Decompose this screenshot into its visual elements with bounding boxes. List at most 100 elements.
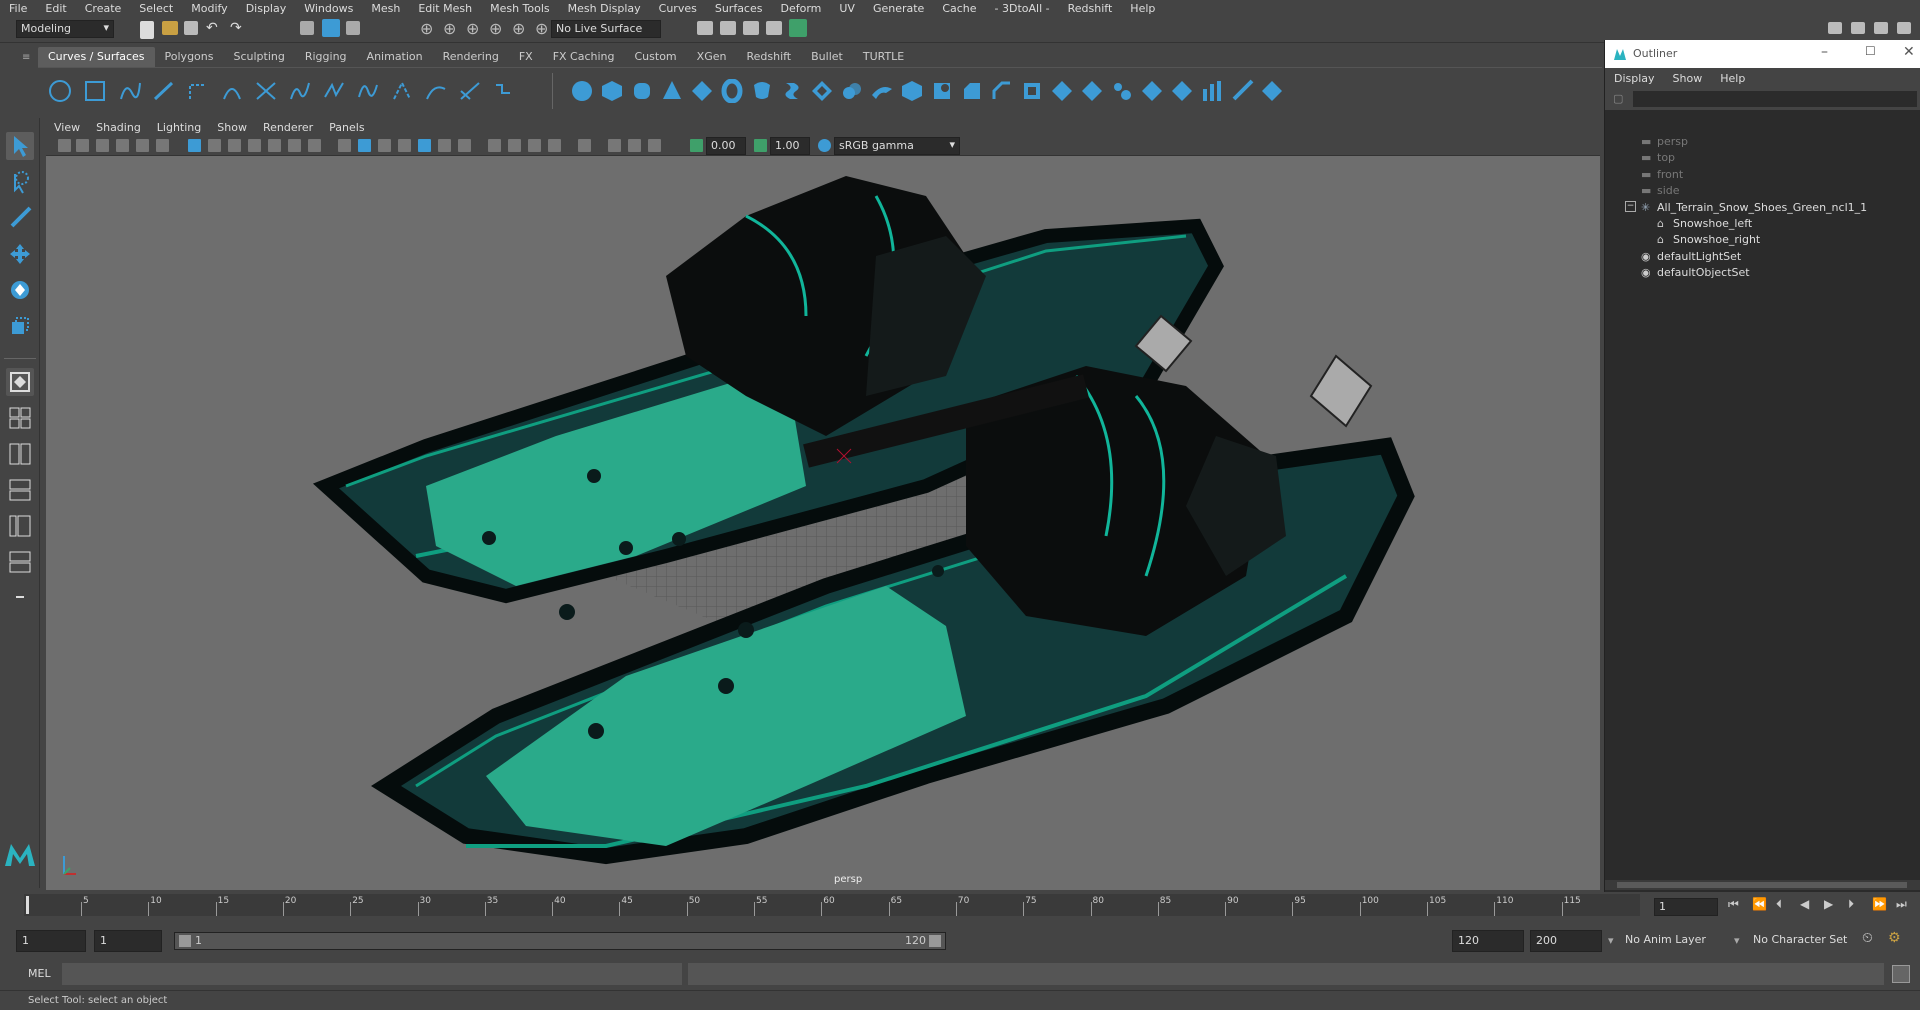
outliner-menu-display[interactable]: Display xyxy=(1605,72,1664,85)
panel-menu-panels[interactable]: Panels xyxy=(321,121,372,134)
save-scene-icon[interactable] xyxy=(184,21,198,35)
menu-surfaces[interactable]: Surfaces xyxy=(706,2,772,15)
menu-file[interactable]: File xyxy=(0,2,36,15)
tool-settings-icon[interactable] xyxy=(1874,22,1888,34)
select-object-icon[interactable] xyxy=(322,19,340,37)
detach-surfaces-icon[interactable] xyxy=(1170,79,1194,103)
camera-attributes-icon[interactable] xyxy=(76,139,89,152)
bookmark-icon[interactable] xyxy=(96,139,109,152)
wireframe-on-shaded-icon[interactable] xyxy=(398,139,411,152)
grid-toggle-icon[interactable] xyxy=(188,139,201,152)
command-language-label[interactable]: MEL xyxy=(28,967,51,980)
panel-menu-view[interactable]: View xyxy=(46,121,88,134)
nurbs-circle-icon[interactable] xyxy=(48,79,72,103)
menu-display[interactable]: Display xyxy=(237,2,296,15)
xray-icon[interactable] xyxy=(608,139,621,152)
menu-curves[interactable]: Curves xyxy=(650,2,706,15)
grease-pencil-icon[interactable] xyxy=(156,139,169,152)
boundary-icon[interactable] xyxy=(900,79,924,103)
single-pane-layout-icon[interactable] xyxy=(6,368,34,396)
chevron-down-icon[interactable]: ▾ xyxy=(1608,934,1614,947)
collapse-icon[interactable]: − xyxy=(1625,200,1636,212)
motion-blur-icon[interactable] xyxy=(508,139,521,152)
menu-select[interactable]: Select xyxy=(130,2,182,15)
multisample-aa-icon[interactable] xyxy=(528,139,541,152)
channel-box-icon[interactable] xyxy=(1897,22,1911,34)
undo-icon[interactable]: ↶ xyxy=(206,20,218,36)
new-scene-icon[interactable] xyxy=(140,21,154,39)
xray-joints-icon[interactable] xyxy=(628,139,641,152)
use-all-lights-icon[interactable] xyxy=(438,139,451,152)
menu-edit-mesh[interactable]: Edit Mesh xyxy=(409,2,481,15)
outliner-menu-help[interactable]: Help xyxy=(1711,72,1754,85)
untrim-icon[interactable] xyxy=(1110,79,1134,103)
exposure-icon[interactable] xyxy=(690,139,703,152)
script-editor-icon[interactable] xyxy=(1892,965,1910,983)
square-surface-icon[interactable] xyxy=(930,79,954,103)
time-slider[interactable]: 5 10 15 20 25 30 35 40 45 50 55 60 65 70 75 80 85 90 95 100… xyxy=(0,892,1920,924)
ep-curve-icon[interactable] xyxy=(152,79,176,103)
panel-menu-shading[interactable]: Shading xyxy=(88,121,149,134)
minimize-icon[interactable]: – xyxy=(1821,44,1828,60)
nurbs-cone-icon[interactable] xyxy=(660,79,684,103)
shelf-tab-animation[interactable]: Animation xyxy=(357,47,433,67)
default-material-icon[interactable] xyxy=(378,139,391,152)
shelf-tab-custom[interactable]: Custom xyxy=(625,47,687,67)
pencil-curve-icon[interactable] xyxy=(186,79,210,103)
menu-modify[interactable]: Modify xyxy=(182,2,236,15)
play-back-icon[interactable]: ◀ xyxy=(1800,897,1809,911)
anim-end-field[interactable]: 200 xyxy=(1530,930,1602,952)
depth-of-field-icon[interactable] xyxy=(548,139,561,152)
ipr-render-icon[interactable] xyxy=(743,21,759,35)
live-surface-field[interactable]: No Live Surface xyxy=(551,20,661,38)
menu-mesh-display[interactable]: Mesh Display xyxy=(559,2,650,15)
attach-curves-icon[interactable] xyxy=(288,79,312,103)
nurbs-torus-icon[interactable] xyxy=(720,79,744,103)
shelf-tab-curves-surfaces[interactable]: Curves / Surfaces xyxy=(38,47,155,67)
extrude-icon[interactable] xyxy=(840,79,864,103)
nurbs-sphere-icon[interactable] xyxy=(570,79,594,103)
anim-start-field[interactable]: 1 xyxy=(94,930,162,952)
layout-options-icon[interactable] xyxy=(6,584,34,612)
shelf-tab-sculpting[interactable]: Sculpting xyxy=(223,47,294,67)
shelf-tab-xgen[interactable]: XGen xyxy=(687,47,737,67)
textured-icon[interactable] xyxy=(418,139,431,152)
render-settings-icon[interactable] xyxy=(766,21,782,35)
command-input[interactable] xyxy=(62,963,682,985)
project-curve-icon[interactable] xyxy=(1050,79,1074,103)
outliner-horizontal-scrollbar[interactable] xyxy=(1605,880,1920,890)
surface-editing-icon[interactable] xyxy=(1260,79,1284,103)
menu-mesh-tools[interactable]: Mesh Tools xyxy=(481,2,559,15)
nurbs-square-icon[interactable] xyxy=(83,79,107,103)
xray-components-icon[interactable] xyxy=(648,139,661,152)
loft-icon[interactable] xyxy=(780,79,804,103)
start-frame-field[interactable]: 1 xyxy=(16,930,86,952)
nurbs-cylinder-icon[interactable] xyxy=(630,79,654,103)
end-frame-field[interactable]: 120 xyxy=(1452,930,1524,952)
graph-layout-icon[interactable] xyxy=(6,548,34,576)
outliner-layout-icon[interactable] xyxy=(6,512,34,540)
menu-deform[interactable]: Deform xyxy=(771,2,830,15)
shelf-tab-turtle[interactable]: TURTLE xyxy=(853,47,914,67)
snap-point-icon[interactable]: ⊕ xyxy=(466,19,479,38)
2d-pan-zoom-icon[interactable] xyxy=(136,139,149,152)
smooth-shade-icon[interactable] xyxy=(358,139,371,152)
gate-mask-icon[interactable] xyxy=(248,139,261,152)
snap-curve-icon[interactable]: ⊕ xyxy=(443,19,456,38)
panel-menu-show[interactable]: Show xyxy=(209,121,255,134)
scale-tool-icon[interactable] xyxy=(6,312,34,340)
workspace-dropdown[interactable]: Modeling ▾ xyxy=(16,20,114,38)
bevel-plus-icon[interactable] xyxy=(990,79,1014,103)
birail-icon[interactable] xyxy=(870,79,894,103)
paint-select-tool-icon[interactable] xyxy=(6,204,34,232)
snap-view-icon[interactable]: ⊕ xyxy=(489,19,502,38)
shelf-tab-redshift[interactable]: Redshift xyxy=(736,47,801,67)
auto-key-icon[interactable]: ⚙ xyxy=(1888,930,1901,946)
chevron-down-icon[interactable]: ▾ xyxy=(1734,934,1740,947)
select-tool-icon[interactable] xyxy=(6,132,34,160)
anim-layer-dropdown[interactable]: No Anim Layer xyxy=(1620,930,1734,952)
range-bar[interactable]: 1 120 xyxy=(174,932,946,950)
wireframe-icon[interactable] xyxy=(338,139,351,152)
shelf-tab-bullet[interactable]: Bullet xyxy=(801,47,853,67)
step-forward-key-icon[interactable]: ⏩ xyxy=(1872,897,1887,911)
